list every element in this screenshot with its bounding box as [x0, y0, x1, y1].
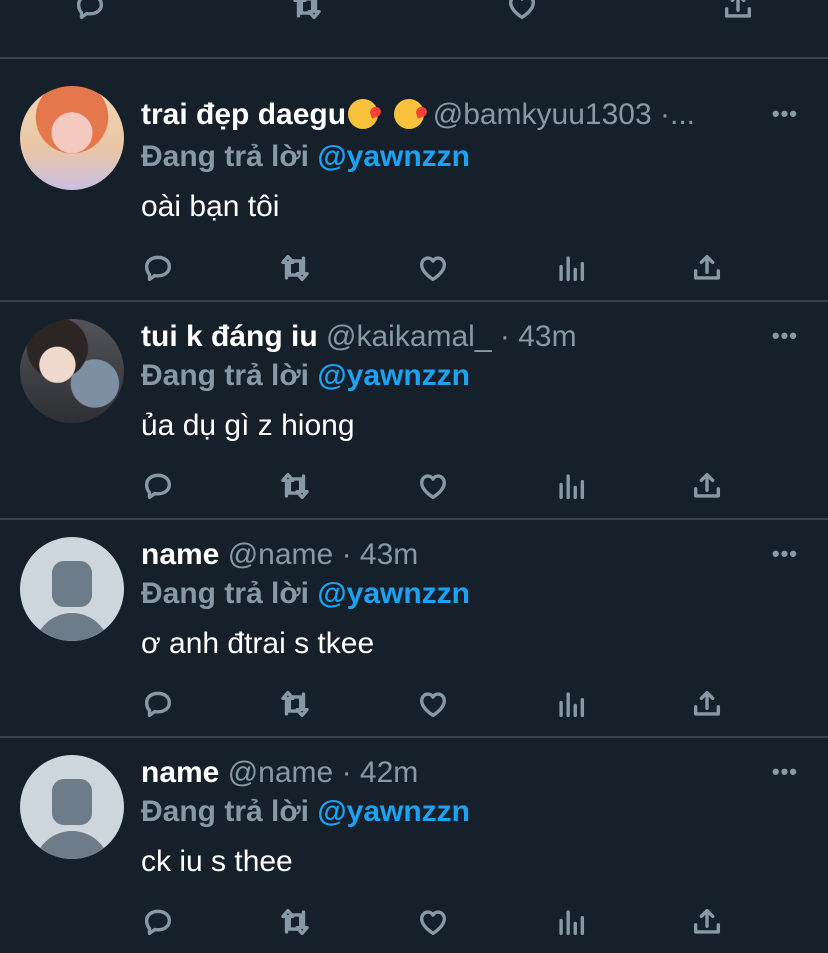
timestamp[interactable]: 43m	[360, 538, 418, 571]
retweet-icon[interactable]	[275, 684, 315, 724]
reply-prefix: Đang trả lời	[141, 795, 310, 828]
like-icon[interactable]	[502, 0, 542, 26]
avatar-head-shape	[52, 561, 92, 607]
more-options-icon[interactable]: •••	[772, 759, 798, 785]
kissing-face-emoji-icon	[394, 99, 425, 129]
previous-tweet-actions	[0, 0, 828, 57]
retweet-icon[interactable]	[275, 902, 315, 942]
tweet-actions	[0, 248, 828, 288]
reply-mention-link[interactable]: @yawnzzn	[317, 359, 470, 392]
tweet-text: ủa dụ gì z hiong	[141, 409, 355, 442]
avatar-body-shape	[34, 613, 110, 641]
separator-dot: ·	[341, 538, 352, 571]
avatar[interactable]	[20, 319, 124, 423]
reply-mention-link[interactable]: @yawnzzn	[317, 140, 470, 173]
tweet-row[interactable]: name @name · 43m ••• Đang trả lời @yawnz…	[0, 520, 828, 736]
tweet-text: oài bạn tôi	[141, 190, 280, 223]
tweet-text: ck iu s thee	[141, 845, 293, 878]
more-options-icon[interactable]: •••	[772, 323, 798, 349]
replying-to: Đang trả lời @yawnzzn	[141, 139, 470, 175]
reply-icon[interactable]	[138, 684, 178, 724]
like-icon[interactable]	[413, 466, 453, 506]
tweet-text: ơ anh đtrai s tkee	[141, 627, 375, 660]
share-icon[interactable]	[687, 248, 727, 288]
avatar-head-shape	[52, 779, 92, 825]
retweet-icon[interactable]	[275, 248, 315, 288]
timestamp[interactable]: 42m	[360, 756, 418, 789]
reply-icon[interactable]	[70, 0, 110, 26]
reply-mention-link[interactable]: @yawnzzn	[317, 577, 470, 610]
avatar-body-shape	[34, 831, 110, 859]
retweet-icon[interactable]	[275, 466, 315, 506]
handle[interactable]: @kaikamal_	[326, 320, 492, 353]
share-icon[interactable]	[687, 466, 727, 506]
replying-to: Đang trả lời @yawnzzn	[141, 576, 470, 612]
tweet-header: trai đẹp daegu @bamkyuu1303 ·...	[141, 97, 748, 133]
analytics-icon[interactable]	[551, 248, 591, 288]
replying-to: Đang trả lời @yawnzzn	[141, 358, 470, 394]
handle[interactable]: @name	[228, 756, 334, 789]
more-options-icon[interactable]: •••	[772, 541, 798, 567]
analytics-icon[interactable]	[551, 466, 591, 506]
retweet-icon[interactable]	[287, 0, 327, 26]
display-name[interactable]: name	[141, 538, 219, 571]
tweet-row[interactable]: tui k đáng iu @kaikamal_ · 43m ••• Đang …	[0, 302, 828, 518]
kissing-face-emoji-icon	[348, 99, 379, 129]
analytics-icon[interactable]	[551, 902, 591, 942]
more-options-icon[interactable]: •••	[772, 101, 798, 127]
reply-icon[interactable]	[138, 466, 178, 506]
separator-dot: ·	[499, 320, 510, 353]
tweet-header: name @name · 42m	[141, 755, 758, 791]
display-name[interactable]: trai đẹp daegu	[141, 98, 346, 131]
avatar[interactable]	[20, 86, 124, 190]
reply-prefix: Đang trả lời	[141, 577, 310, 610]
timestamp[interactable]: 43m	[518, 320, 576, 353]
tweet-actions	[0, 466, 828, 506]
like-icon[interactable]	[413, 902, 453, 942]
default-avatar[interactable]	[20, 755, 124, 859]
reply-prefix: Đang trả lời	[141, 359, 310, 392]
reply-mention-link[interactable]: @yawnzzn	[317, 795, 470, 828]
tweet-header: name @name · 43m	[141, 537, 758, 573]
tweet-row[interactable]: trai đẹp daegu @bamkyuu1303 ·... ••• Đan…	[0, 59, 828, 300]
tweet-actions	[0, 902, 828, 942]
display-name[interactable]: tui k đáng iu	[141, 320, 318, 353]
replying-to: Đang trả lời @yawnzzn	[141, 794, 470, 830]
share-icon[interactable]	[718, 0, 758, 26]
tweet-header: tui k đáng iu @kaikamal_ · 43m	[141, 319, 758, 355]
tweet-actions	[0, 684, 828, 724]
like-icon[interactable]	[413, 684, 453, 724]
reply-prefix: Đang trả lời	[141, 140, 310, 173]
share-icon[interactable]	[687, 902, 727, 942]
handle[interactable]: @bamkyuu1303	[433, 98, 652, 131]
separator-dot: ·	[660, 98, 670, 131]
share-icon[interactable]	[687, 684, 727, 724]
default-avatar[interactable]	[20, 537, 124, 641]
tweet-row[interactable]: name @name · 42m ••• Đang trả lời @yawnz…	[0, 738, 828, 953]
display-name[interactable]: name	[141, 756, 219, 789]
separator-dot: ·	[341, 756, 352, 789]
reply-icon[interactable]	[138, 902, 178, 942]
handle[interactable]: @name	[228, 538, 334, 571]
like-icon[interactable]	[413, 248, 453, 288]
analytics-icon[interactable]	[551, 684, 591, 724]
timestamp[interactable]: ...	[670, 98, 695, 131]
reply-icon[interactable]	[138, 248, 178, 288]
